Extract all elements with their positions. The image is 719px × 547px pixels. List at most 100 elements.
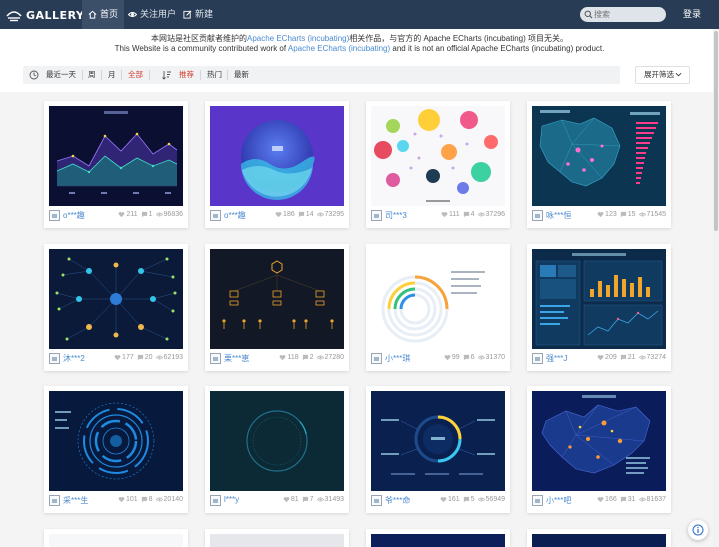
chart-thumbnail[interactable] bbox=[532, 249, 666, 349]
filter-week[interactable]: 周 bbox=[88, 66, 96, 84]
chart-card[interactable]: l***y 81 7 31493 bbox=[205, 386, 349, 513]
chart-thumbnail[interactable] bbox=[49, 534, 183, 547]
chart-card[interactable]: 爷***命 161 5 56949 bbox=[366, 386, 510, 513]
chart-thumbnail[interactable] bbox=[371, 106, 505, 206]
author-name[interactable]: 爷***命 bbox=[385, 495, 410, 506]
card-meta: 爷***命 161 5 56949 bbox=[371, 494, 505, 508]
author-name[interactable]: 司***3 bbox=[385, 210, 407, 221]
info-button[interactable] bbox=[688, 520, 708, 540]
chart-card[interactable]: 小***琪 99 6 31370 bbox=[366, 244, 510, 371]
chart-thumbnail[interactable] bbox=[210, 391, 344, 491]
chart-card[interactable] bbox=[205, 529, 349, 547]
heart-icon bbox=[597, 212, 604, 218]
card-meta: 小***吧 166 31 81637 bbox=[532, 494, 666, 508]
views-stat: 20140 bbox=[155, 496, 183, 503]
card-stats: 118 2 27280 bbox=[279, 354, 344, 361]
avatar[interactable] bbox=[49, 353, 60, 364]
search-box[interactable] bbox=[580, 7, 666, 22]
chart-card[interactable]: 咏***恒 123 15 71545 bbox=[527, 101, 671, 228]
author-name[interactable]: 栗***崽 bbox=[224, 353, 249, 364]
chart-card[interactable]: 采***生 101 8 20140 bbox=[44, 386, 188, 513]
filter-day[interactable]: 最近一天 bbox=[46, 66, 76, 84]
sort-hot[interactable]: 热门 bbox=[207, 66, 222, 84]
avatar[interactable] bbox=[371, 353, 382, 364]
avatar[interactable] bbox=[210, 210, 221, 221]
chart-thumbnail[interactable] bbox=[371, 534, 505, 547]
views-count: 62193 bbox=[163, 354, 183, 361]
card-stats: 161 5 56949 bbox=[440, 496, 505, 503]
chart-card[interactable] bbox=[527, 529, 671, 547]
nav-home[interactable]: 首页 bbox=[82, 0, 125, 29]
chart-thumbnail[interactable] bbox=[532, 391, 666, 491]
author-name[interactable]: 强***J bbox=[546, 353, 567, 364]
chart-card[interactable]: 强***J 209 21 73274 bbox=[527, 244, 671, 371]
chart-thumbnail[interactable] bbox=[371, 249, 505, 349]
eye-icon bbox=[638, 355, 646, 360]
comments-count: 5 bbox=[470, 496, 475, 503]
search-input[interactable] bbox=[594, 7, 662, 22]
avatar[interactable] bbox=[371, 210, 382, 221]
chart-thumbnail[interactable] bbox=[49, 106, 183, 206]
province-map-thumbnail bbox=[532, 391, 666, 491]
login-link[interactable]: 登录 bbox=[683, 0, 701, 29]
author-name[interactable]: 咏***恒 bbox=[546, 210, 571, 221]
card-stats: 101 8 20140 bbox=[118, 496, 183, 503]
chart-card[interactable] bbox=[366, 529, 510, 547]
likes-stat: 161 bbox=[440, 496, 460, 503]
comments-stat: 6 bbox=[463, 354, 475, 361]
disclaimer-banner: 本网站是社区贡献者维护的Apache ECharts (incubating)相… bbox=[0, 34, 719, 54]
filter-month[interactable]: 月 bbox=[108, 66, 116, 84]
expand-filter-button[interactable]: 展开筛选 bbox=[635, 66, 690, 84]
author-name[interactable]: o***趣 bbox=[63, 210, 85, 221]
page-scrollbar[interactable] bbox=[713, 29, 719, 547]
scrollbar-thumb[interactable] bbox=[714, 31, 718, 231]
likes-stat: 186 bbox=[275, 211, 295, 218]
chart-card[interactable]: o***趣 211 1 96836 bbox=[44, 101, 188, 228]
avatar[interactable] bbox=[210, 495, 221, 506]
views-count: 73295 bbox=[324, 211, 344, 218]
avatar[interactable] bbox=[210, 353, 221, 364]
card-meta: 咏***恒 123 15 71545 bbox=[532, 209, 666, 223]
avatar[interactable] bbox=[532, 353, 543, 364]
chart-card[interactable]: o***趣 186 14 73295 bbox=[205, 101, 349, 228]
avatar[interactable] bbox=[532, 210, 543, 221]
chart-thumbnail[interactable] bbox=[210, 534, 344, 547]
echarts-link-zh[interactable]: Apache ECharts (incubating) bbox=[247, 34, 349, 43]
author-name[interactable]: 采***生 bbox=[63, 495, 88, 506]
disclaimer-en-text-2: and it is not an official Apache ECharts… bbox=[390, 44, 605, 53]
nav-home-label: 首页 bbox=[100, 9, 119, 19]
filter-all[interactable]: 全部 bbox=[128, 66, 143, 84]
chart-thumbnail[interactable] bbox=[532, 106, 666, 206]
chart-thumbnail[interactable] bbox=[532, 534, 666, 547]
avatar[interactable] bbox=[371, 495, 382, 506]
author-name[interactable]: 小***吧 bbox=[546, 495, 571, 506]
chart-thumbnail[interactable] bbox=[49, 249, 183, 349]
avatar[interactable] bbox=[49, 495, 60, 506]
chart-thumbnail[interactable] bbox=[49, 391, 183, 491]
chart-thumbnail[interactable] bbox=[210, 106, 344, 206]
author-name[interactable]: o***趣 bbox=[224, 210, 246, 221]
echarts-link-en[interactable]: Apache ECharts (incubating) bbox=[288, 44, 390, 53]
gallery-logo[interactable]: GALLERY bbox=[6, 8, 84, 22]
chart-card[interactable]: 司***3 111 4 37296 bbox=[366, 101, 510, 228]
divider bbox=[149, 70, 150, 80]
comments-count: 15 bbox=[627, 211, 636, 218]
sort-latest[interactable]: 最新 bbox=[234, 66, 249, 84]
tree-icons-thumbnail bbox=[210, 249, 344, 349]
author-name[interactable]: 沐***2 bbox=[63, 353, 85, 364]
avatar[interactable] bbox=[49, 210, 60, 221]
chart-card[interactable]: 小***吧 166 31 81637 bbox=[527, 386, 671, 513]
nav-following[interactable]: 关注用户 bbox=[122, 0, 182, 29]
chart-card[interactable]: 栗***崽 118 2 27280 bbox=[205, 244, 349, 371]
author-name[interactable]: 小***琪 bbox=[385, 353, 410, 364]
chart-card[interactable]: 沐***2 177 20 62193 bbox=[44, 244, 188, 371]
nav-new[interactable]: 新建 bbox=[177, 0, 219, 29]
comments-stat: 20 bbox=[137, 354, 153, 361]
chart-thumbnail[interactable] bbox=[371, 391, 505, 491]
sort-recommended[interactable]: 推荐 bbox=[179, 66, 194, 84]
avatar[interactable] bbox=[532, 495, 543, 506]
chart-thumbnail[interactable] bbox=[210, 249, 344, 349]
author-name[interactable]: l***y bbox=[224, 495, 239, 504]
eye-icon bbox=[477, 212, 485, 217]
chart-card[interactable] bbox=[44, 529, 188, 547]
